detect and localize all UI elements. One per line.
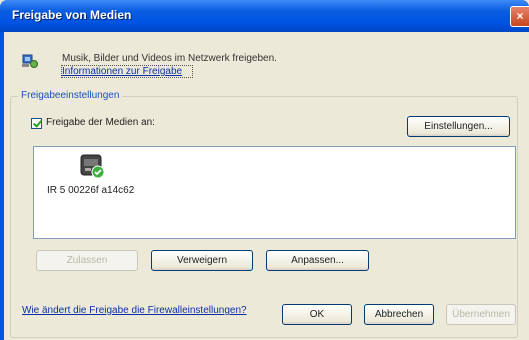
ok-button[interactable]: OK	[282, 304, 352, 325]
window-title: Freigabe von Medien	[12, 8, 132, 22]
cancel-button[interactable]: Abbrechen	[364, 304, 434, 325]
share-media-checkbox[interactable]	[31, 118, 42, 129]
apply-button[interactable]: Übernehmen	[446, 304, 516, 325]
sharing-settings-group-label: Freigabeeinstellungen	[18, 90, 123, 101]
allow-button[interactable]: Zulassen	[36, 250, 138, 271]
close-button[interactable]: ×	[510, 6, 529, 27]
title-bar[interactable]: Freigabe von Medien ×	[0, 0, 529, 32]
media-sharing-icon	[22, 54, 38, 68]
settings-button[interactable]: Einstellungen...	[407, 116, 510, 137]
header-description: Musik, Bilder und Videos im Netzwerk fre…	[62, 53, 277, 64]
deny-button[interactable]: Verweigern	[151, 250, 253, 271]
customize-button[interactable]: Anpassen...	[266, 250, 369, 271]
device-label[interactable]: IR 5 00226f a14c62	[47, 185, 134, 196]
media-device-icon[interactable]	[78, 152, 106, 180]
info-link[interactable]: Informationen zur Freigabe	[62, 66, 182, 77]
share-media-checkbox-label[interactable]: Freigabe der Medien an:	[46, 117, 155, 128]
close-icon: ×	[516, 9, 524, 23]
firewall-info-link[interactable]: Wie ändert die Freigabe die Firewalleins…	[22, 305, 247, 316]
